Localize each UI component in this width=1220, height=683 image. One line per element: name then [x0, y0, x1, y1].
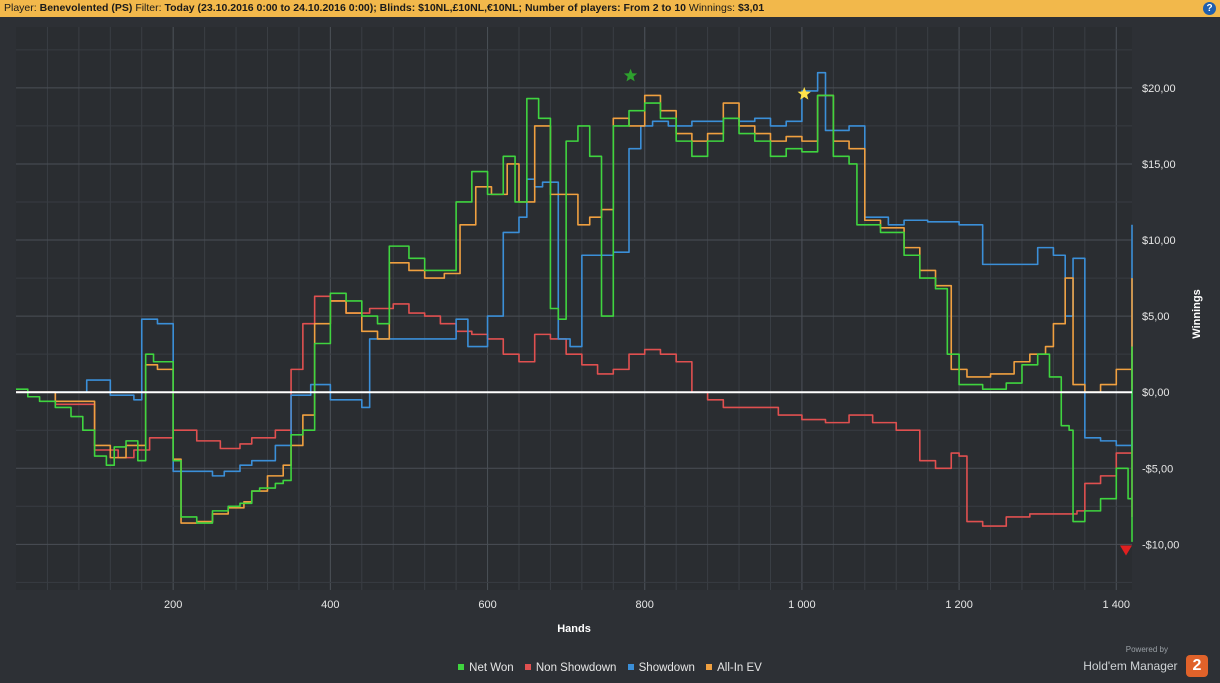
branding: Powered by Hold'em Manager 2	[1083, 645, 1208, 677]
y-axis-title: Winnings	[1191, 289, 1203, 338]
winnings-value: $3,01	[737, 2, 765, 14]
player-label: Player:	[4, 2, 37, 14]
hm2-logo-icon: 2	[1186, 655, 1208, 677]
help-button[interactable]: ?	[1203, 2, 1216, 15]
legend-label: Non Showdown	[535, 662, 617, 674]
filter-label: Filter:	[135, 2, 162, 14]
x-tick-label: 1 400	[1103, 599, 1131, 611]
x-tick-label: 1 000	[788, 599, 816, 611]
player-value: Benevolented (PS)	[39, 2, 133, 14]
legend-item-non-showdown[interactable]: Non Showdown	[524, 662, 617, 674]
y-tick-label: $5,00	[1142, 311, 1170, 323]
legend-item-all-in-ev[interactable]: All-In EV	[706, 662, 762, 674]
legend: Net Won Non Showdown Showdown All-In EV	[0, 662, 1220, 674]
legend-item-net-won[interactable]: Net Won	[458, 662, 514, 674]
legend-swatch	[706, 664, 713, 670]
product-name: Hold'em Manager	[1083, 659, 1178, 673]
y-tick-label: $10,00	[1142, 235, 1176, 247]
y-tick-label: -$5,00	[1142, 463, 1173, 475]
filter-bar: Player: Benevolented (PS) Filter: Today …	[0, 0, 1220, 17]
x-tick-label: 400	[321, 599, 339, 611]
legend-item-showdown[interactable]: Showdown	[627, 662, 695, 674]
x-tick-label: 800	[636, 599, 654, 611]
legend-swatch	[524, 664, 531, 670]
legend-label: All-In EV	[717, 662, 762, 674]
x-axis-title: Hands	[557, 623, 591, 635]
legend-swatch	[627, 664, 634, 670]
y-tick-label: $0,00	[1142, 387, 1170, 399]
y-tick-label: $20,00	[1142, 83, 1176, 95]
powered-by-text: Powered by	[1125, 645, 1168, 654]
winnings-label: Winnings:	[688, 2, 736, 14]
y-tick-label: -$10,00	[1142, 539, 1179, 551]
winnings-chart: 200 400 600 800 1 000 1 200 1 400 -$10,00 -$5,00…	[16, 27, 1203, 635]
legend-swatch	[458, 664, 465, 670]
x-tick-label: 600	[478, 599, 496, 611]
y-tick-label: $15,00	[1142, 159, 1176, 171]
legend-label: Showdown	[638, 662, 695, 674]
legend-label: Net Won	[469, 662, 514, 674]
x-tick-label: 1 200	[945, 599, 973, 611]
plot-area	[16, 27, 1132, 590]
x-tick-label: 200	[164, 599, 182, 611]
filter-value: Today (23.10.2016 0:00 to 24.10.2016 0:0…	[164, 2, 686, 14]
